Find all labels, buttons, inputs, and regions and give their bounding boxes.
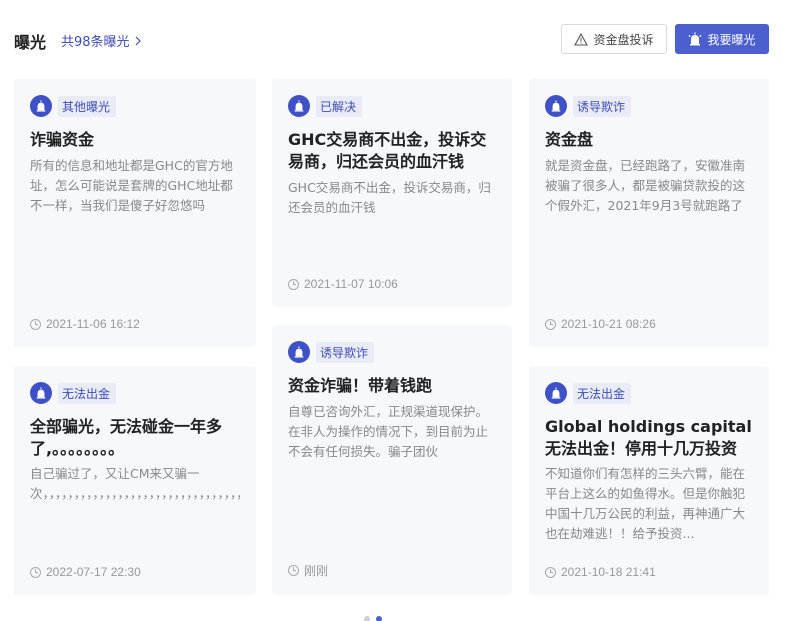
card-time-label: 刚刚: [304, 564, 329, 578]
pagination-dots: [364, 616, 382, 621]
card-time: 2021-10-21 08:26: [545, 317, 656, 331]
clock-icon: [545, 566, 556, 578]
clock-icon: [30, 318, 41, 330]
clock-icon: [288, 565, 299, 576]
exposure-card[interactable]: 已解决 GHC交易商不出金，投诉交易商，归还会员的血汗钱 GHC交易商不出金，投…: [272, 79, 512, 307]
category-tag-label: 已解决: [316, 95, 363, 117]
category-tag: 其他曝光: [30, 94, 117, 118]
clock-icon: [545, 318, 556, 330]
category-tag-label: 诱导欺诈: [573, 95, 632, 117]
category-tag-label: 诱导欺诈: [316, 341, 375, 363]
card-description: 自尊已咨询外汇，正规渠道现保护。在非人为操作的情况下，到目前为止不会有任何损失。…: [288, 404, 489, 459]
card-title: 诈骗资金: [30, 130, 95, 149]
card-time-label: 2022-07-17 22:30: [46, 565, 141, 579]
category-tag-label: 其他曝光: [58, 95, 117, 117]
card-description: GHC交易商不出金，投诉交易商，归还会员的血汗钱: [288, 180, 491, 215]
category-tag: 无法出金: [545, 381, 632, 405]
card-description: 不知道你们有怎样的三头六臂，能在平台上这么的如鱼得水。但是你触犯中国十几万公民的…: [545, 466, 746, 541]
card-time: 刚刚: [288, 562, 328, 579]
category-tag: 无法出金: [30, 381, 117, 405]
exposure-count-link[interactable]: 共98条曝光: [61, 31, 143, 50]
chevron-right-icon: [135, 36, 141, 45]
pagination-dot-active[interactable]: [376, 616, 382, 621]
card-time: 2021-11-06 16:12: [30, 317, 140, 331]
category-tag-label: 无法出金: [573, 382, 632, 404]
exposure-card[interactable]: 诱导欺诈 资金盘 就是资金盘，已经跑路了，安徽准南被骗了很多人，都是被骗贷款投的…: [529, 79, 769, 347]
siren-icon: [30, 382, 52, 404]
card-title: 全部骗光，无法碰金一年多了,。。。。。。。。: [30, 417, 223, 458]
category-tag: 已解决: [288, 94, 363, 118]
warning-icon: [574, 32, 589, 46]
card-description: 就是资金盘，已经跑路了，安徽准南被骗了很多人，都是被骗贷款投的这个假外汇，202…: [545, 158, 746, 213]
clock-icon: [30, 566, 41, 578]
siren-icon: [545, 95, 567, 117]
card-title: Global holdings capital无法出金！停用十几万投资者...: [545, 417, 752, 458]
siren-icon: [288, 95, 310, 117]
card-time: 2021-10-18 21:41: [545, 565, 656, 579]
card-description: 所有的信息和地址都是GHC的官方地址，怎么可能说是套牌的GHC地址都不一样，当我…: [30, 158, 233, 213]
siren-icon: [545, 382, 567, 404]
pagination-dot[interactable]: [364, 616, 370, 621]
complain-button-label: 资金盘投诉: [593, 32, 654, 47]
card-time-label: 2021-11-07 10:06: [304, 277, 398, 291]
card-time-label: 2021-10-21 08:26: [561, 317, 656, 331]
exposure-card[interactable]: 无法出金 全部骗光，无法碰金一年多了,。。。。。。。。 自己骗过了，又让CM来又…: [14, 366, 256, 595]
exposure-count-label: 共98条曝光: [61, 35, 130, 50]
card-time-label: 2021-11-06 16:12: [46, 317, 140, 331]
category-tag: 诱导欺诈: [545, 94, 632, 118]
card-description: 自己骗过了，又让CM来又骗一次，，，，，，，，，，，，，，，，，，，，，，，，，…: [30, 466, 240, 501]
category-tag-label: 无法出金: [58, 382, 117, 404]
exposure-card[interactable]: 诱导欺诈 资金诈骗！带着钱跑 自尊已咨询外汇，正规渠道现保护。在非人为操作的情况…: [272, 325, 512, 595]
siren-icon: [288, 341, 310, 363]
expose-button-label: 我要曝光: [707, 32, 756, 47]
card-time: 2022-07-17 22:30: [30, 565, 141, 579]
siren-icon: [30, 95, 52, 117]
complain-button[interactable]: 资金盘投诉: [561, 24, 667, 54]
siren-icon: [688, 32, 703, 46]
exposure-card[interactable]: 其他曝光 诈骗资金 所有的信息和地址都是GHC的官方地址，怎么可能说是套牌的GH…: [14, 79, 256, 347]
page-title: 曝光: [14, 33, 47, 52]
card-title: 资金诈骗！带着钱跑: [288, 376, 433, 395]
expose-button[interactable]: 我要曝光: [675, 24, 769, 54]
exposure-card[interactable]: 无法出金 Global holdings capital无法出金！停用十几万投资…: [529, 366, 769, 595]
page-header: 曝光 共98条曝光 资金盘投诉 我要曝光: [0, 0, 791, 78]
card-time-label: 2021-10-18 21:41: [561, 565, 656, 579]
clock-icon: [288, 278, 299, 290]
card-title: GHC交易商不出金，投诉交易商，归还会员的血汗钱: [288, 130, 487, 171]
card-title: 资金盘: [545, 130, 594, 149]
card-time: 2021-11-07 10:06: [288, 277, 398, 291]
category-tag: 诱导欺诈: [288, 340, 375, 364]
